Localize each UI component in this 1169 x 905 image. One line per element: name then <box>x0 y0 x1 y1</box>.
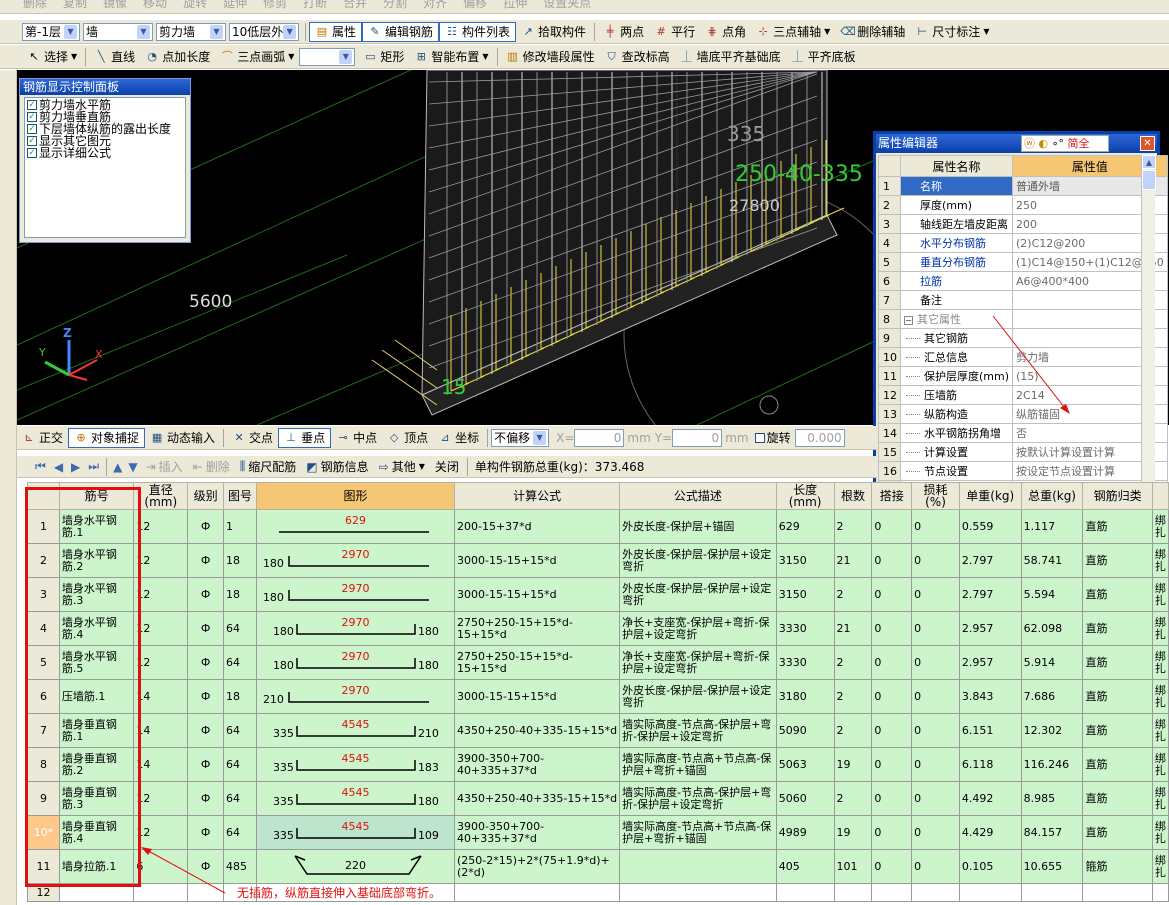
annotation-arrows <box>141 315 1070 894</box>
annotation-text: 无插筋，纵筋直接伸入基础底部弯折。 <box>237 886 442 900</box>
